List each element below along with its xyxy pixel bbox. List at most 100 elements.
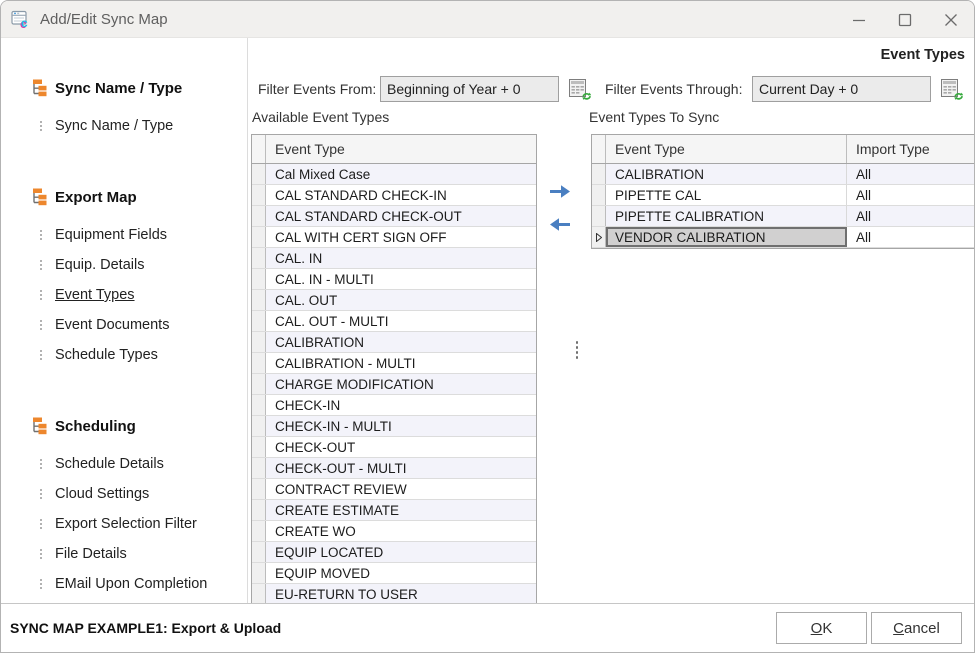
row-selector[interactable] — [252, 563, 266, 583]
minimize-button[interactable] — [836, 1, 882, 38]
available-event-row[interactable]: CAL. OUT — [252, 290, 536, 311]
available-event-row[interactable]: CAL. OUT - MULTI — [252, 311, 536, 332]
sidebar-section-title: Sync Name / Type — [55, 80, 182, 97]
available-event-row[interactable]: CAL STANDARD CHECK-OUT — [252, 206, 536, 227]
row-selector[interactable] — [252, 479, 266, 499]
move-right-button[interactable] — [549, 184, 571, 199]
row-selector[interactable] — [252, 206, 266, 226]
sidebar-item-label: Event Types — [55, 287, 135, 303]
filter-through-input[interactable] — [752, 76, 931, 102]
row-selector[interactable] — [252, 374, 266, 394]
sync-event-row[interactable]: VENDOR CALIBRATIONAll — [592, 227, 974, 248]
row-selector[interactable] — [592, 185, 606, 205]
event-type-cell: CALIBRATION — [266, 332, 536, 352]
filter-from-input[interactable] — [380, 76, 559, 102]
sidebar-item-label: EMail Upon Completion — [55, 576, 207, 592]
available-event-row[interactable]: CHECK-IN - MULTI — [252, 416, 536, 437]
row-selector[interactable] — [252, 584, 266, 603]
event-type-cell: PIPETTE CAL — [606, 185, 847, 205]
row-selector[interactable] — [252, 185, 266, 205]
sync-grid-header: Event Type Import Type — [592, 135, 974, 164]
available-event-row[interactable]: Cal Mixed Case — [252, 164, 536, 185]
import-type-cell: All — [847, 206, 974, 226]
available-event-row[interactable]: CONTRACT REVIEW — [252, 479, 536, 500]
row-selector[interactable] — [252, 500, 266, 520]
row-selector[interactable] — [252, 248, 266, 268]
page-title: Event Types — [881, 47, 965, 63]
sync-event-row[interactable]: PIPETTE CALIBRATIONAll — [592, 206, 974, 227]
sidebar-item-cloud-settings[interactable]: Cloud Settings — [1, 479, 247, 509]
row-selector[interactable] — [592, 164, 606, 184]
row-selector[interactable] — [592, 227, 606, 247]
sync-event-row[interactable]: CALIBRATIONAll — [592, 164, 974, 185]
available-rows: Cal Mixed CaseCAL STANDARD CHECK-INCAL S… — [252, 164, 536, 603]
available-event-row[interactable]: EU-RETURN TO USER — [252, 584, 536, 603]
calendar-refresh-icon[interactable] — [567, 76, 592, 102]
available-event-row[interactable]: CHECK-IN — [252, 395, 536, 416]
sidebar-item-label: Equip. Details — [55, 257, 144, 273]
event-type-cell: EQUIP LOCATED — [266, 542, 536, 562]
row-selector[interactable] — [252, 521, 266, 541]
sidebar-item-equipment-fields[interactable]: Equipment Fields — [1, 220, 247, 250]
available-event-row[interactable]: CALIBRATION — [252, 332, 536, 353]
available-event-row[interactable]: CAL STANDARD CHECK-IN — [252, 185, 536, 206]
calendar-refresh-icon[interactable] — [939, 76, 964, 102]
sidebar-item-schedule-types[interactable]: Schedule Types — [1, 340, 247, 370]
window-title: Add/Edit Sync Map — [40, 11, 168, 28]
sync-rows: CALIBRATIONAllPIPETTE CALAllPIPETTE CALI… — [592, 164, 974, 248]
row-selector[interactable] — [252, 311, 266, 331]
cancel-button[interactable]: Cancel — [871, 612, 962, 644]
sidebar-item-equip-details[interactable]: Equip. Details — [1, 250, 247, 280]
available-event-row[interactable]: CHECK-OUT - MULTI — [252, 458, 536, 479]
event-type-cell: CREATE WO — [266, 521, 536, 541]
event-type-cell: CHECK-IN — [266, 395, 536, 415]
available-event-row[interactable]: EQUIP LOCATED — [252, 542, 536, 563]
available-event-row[interactable]: CREATE WO — [252, 521, 536, 542]
event-type-cell: CHECK-IN - MULTI — [266, 416, 536, 436]
available-event-row[interactable]: CAL. IN - MULTI — [252, 269, 536, 290]
event-type-cell: CAL. IN - MULTI — [266, 269, 536, 289]
splitter-handle[interactable] — [573, 341, 581, 367]
move-left-button[interactable] — [549, 217, 571, 232]
event-type-cell: EU-RETURN TO USER — [266, 584, 536, 603]
ok-button[interactable]: OK — [776, 612, 867, 644]
import-type-cell: All — [847, 164, 974, 184]
available-event-row[interactable]: CAL. IN — [252, 248, 536, 269]
sidebar-item-email-upon-completion[interactable]: EMail Upon Completion — [1, 569, 247, 599]
sidebar-item-schedule-details[interactable]: Schedule Details — [1, 449, 247, 479]
row-selector[interactable] — [252, 395, 266, 415]
available-event-row[interactable]: EQUIP MOVED — [252, 563, 536, 584]
row-selector[interactable] — [252, 416, 266, 436]
available-event-row[interactable]: CREATE ESTIMATE — [252, 500, 536, 521]
row-selector[interactable] — [252, 542, 266, 562]
row-selector[interactable] — [252, 332, 266, 352]
footer: SYNC MAP EXAMPLE1: Export & Upload OK Ca… — [1, 603, 974, 652]
row-selector[interactable] — [252, 227, 266, 247]
sidebar-item-sync-name-type[interactable]: Sync Name / Type — [1, 111, 247, 141]
event-type-cell: CAL STANDARD CHECK-IN — [266, 185, 536, 205]
available-event-row[interactable]: CALIBRATION - MULTI — [252, 353, 536, 374]
sync-event-row[interactable]: PIPETTE CALAll — [592, 185, 974, 206]
available-event-row[interactable]: CAL WITH CERT SIGN OFF — [252, 227, 536, 248]
row-selector[interactable] — [252, 458, 266, 478]
row-selector[interactable] — [252, 164, 266, 184]
sync-column-header-import-type: Import Type — [847, 135, 974, 163]
close-button[interactable] — [928, 1, 974, 38]
maximize-button[interactable] — [882, 1, 928, 38]
row-selector[interactable] — [252, 290, 266, 310]
sidebar-section-title: Scheduling — [55, 418, 136, 435]
sidebar-item-export-selection-filter[interactable]: Export Selection Filter — [1, 509, 247, 539]
row-selector[interactable] — [592, 206, 606, 226]
sidebar-item-file-details[interactable]: File Details — [1, 539, 247, 569]
sidebar-item-event-types[interactable]: Event Types — [1, 280, 247, 310]
event-type-cell: CALIBRATION — [606, 164, 847, 184]
row-selector[interactable] — [252, 353, 266, 373]
event-type-cell: CAL. IN — [266, 248, 536, 268]
row-selector[interactable] — [252, 437, 266, 457]
event-type-cell: VENDOR CALIBRATION — [606, 227, 847, 247]
sidebar-section-header: Sync Name / Type — [1, 77, 247, 99]
available-event-row[interactable]: CHECK-OUT — [252, 437, 536, 458]
row-selector[interactable] — [252, 269, 266, 289]
available-event-row[interactable]: CHARGE MODIFICATION — [252, 374, 536, 395]
sidebar-item-event-documents[interactable]: Event Documents — [1, 310, 247, 340]
